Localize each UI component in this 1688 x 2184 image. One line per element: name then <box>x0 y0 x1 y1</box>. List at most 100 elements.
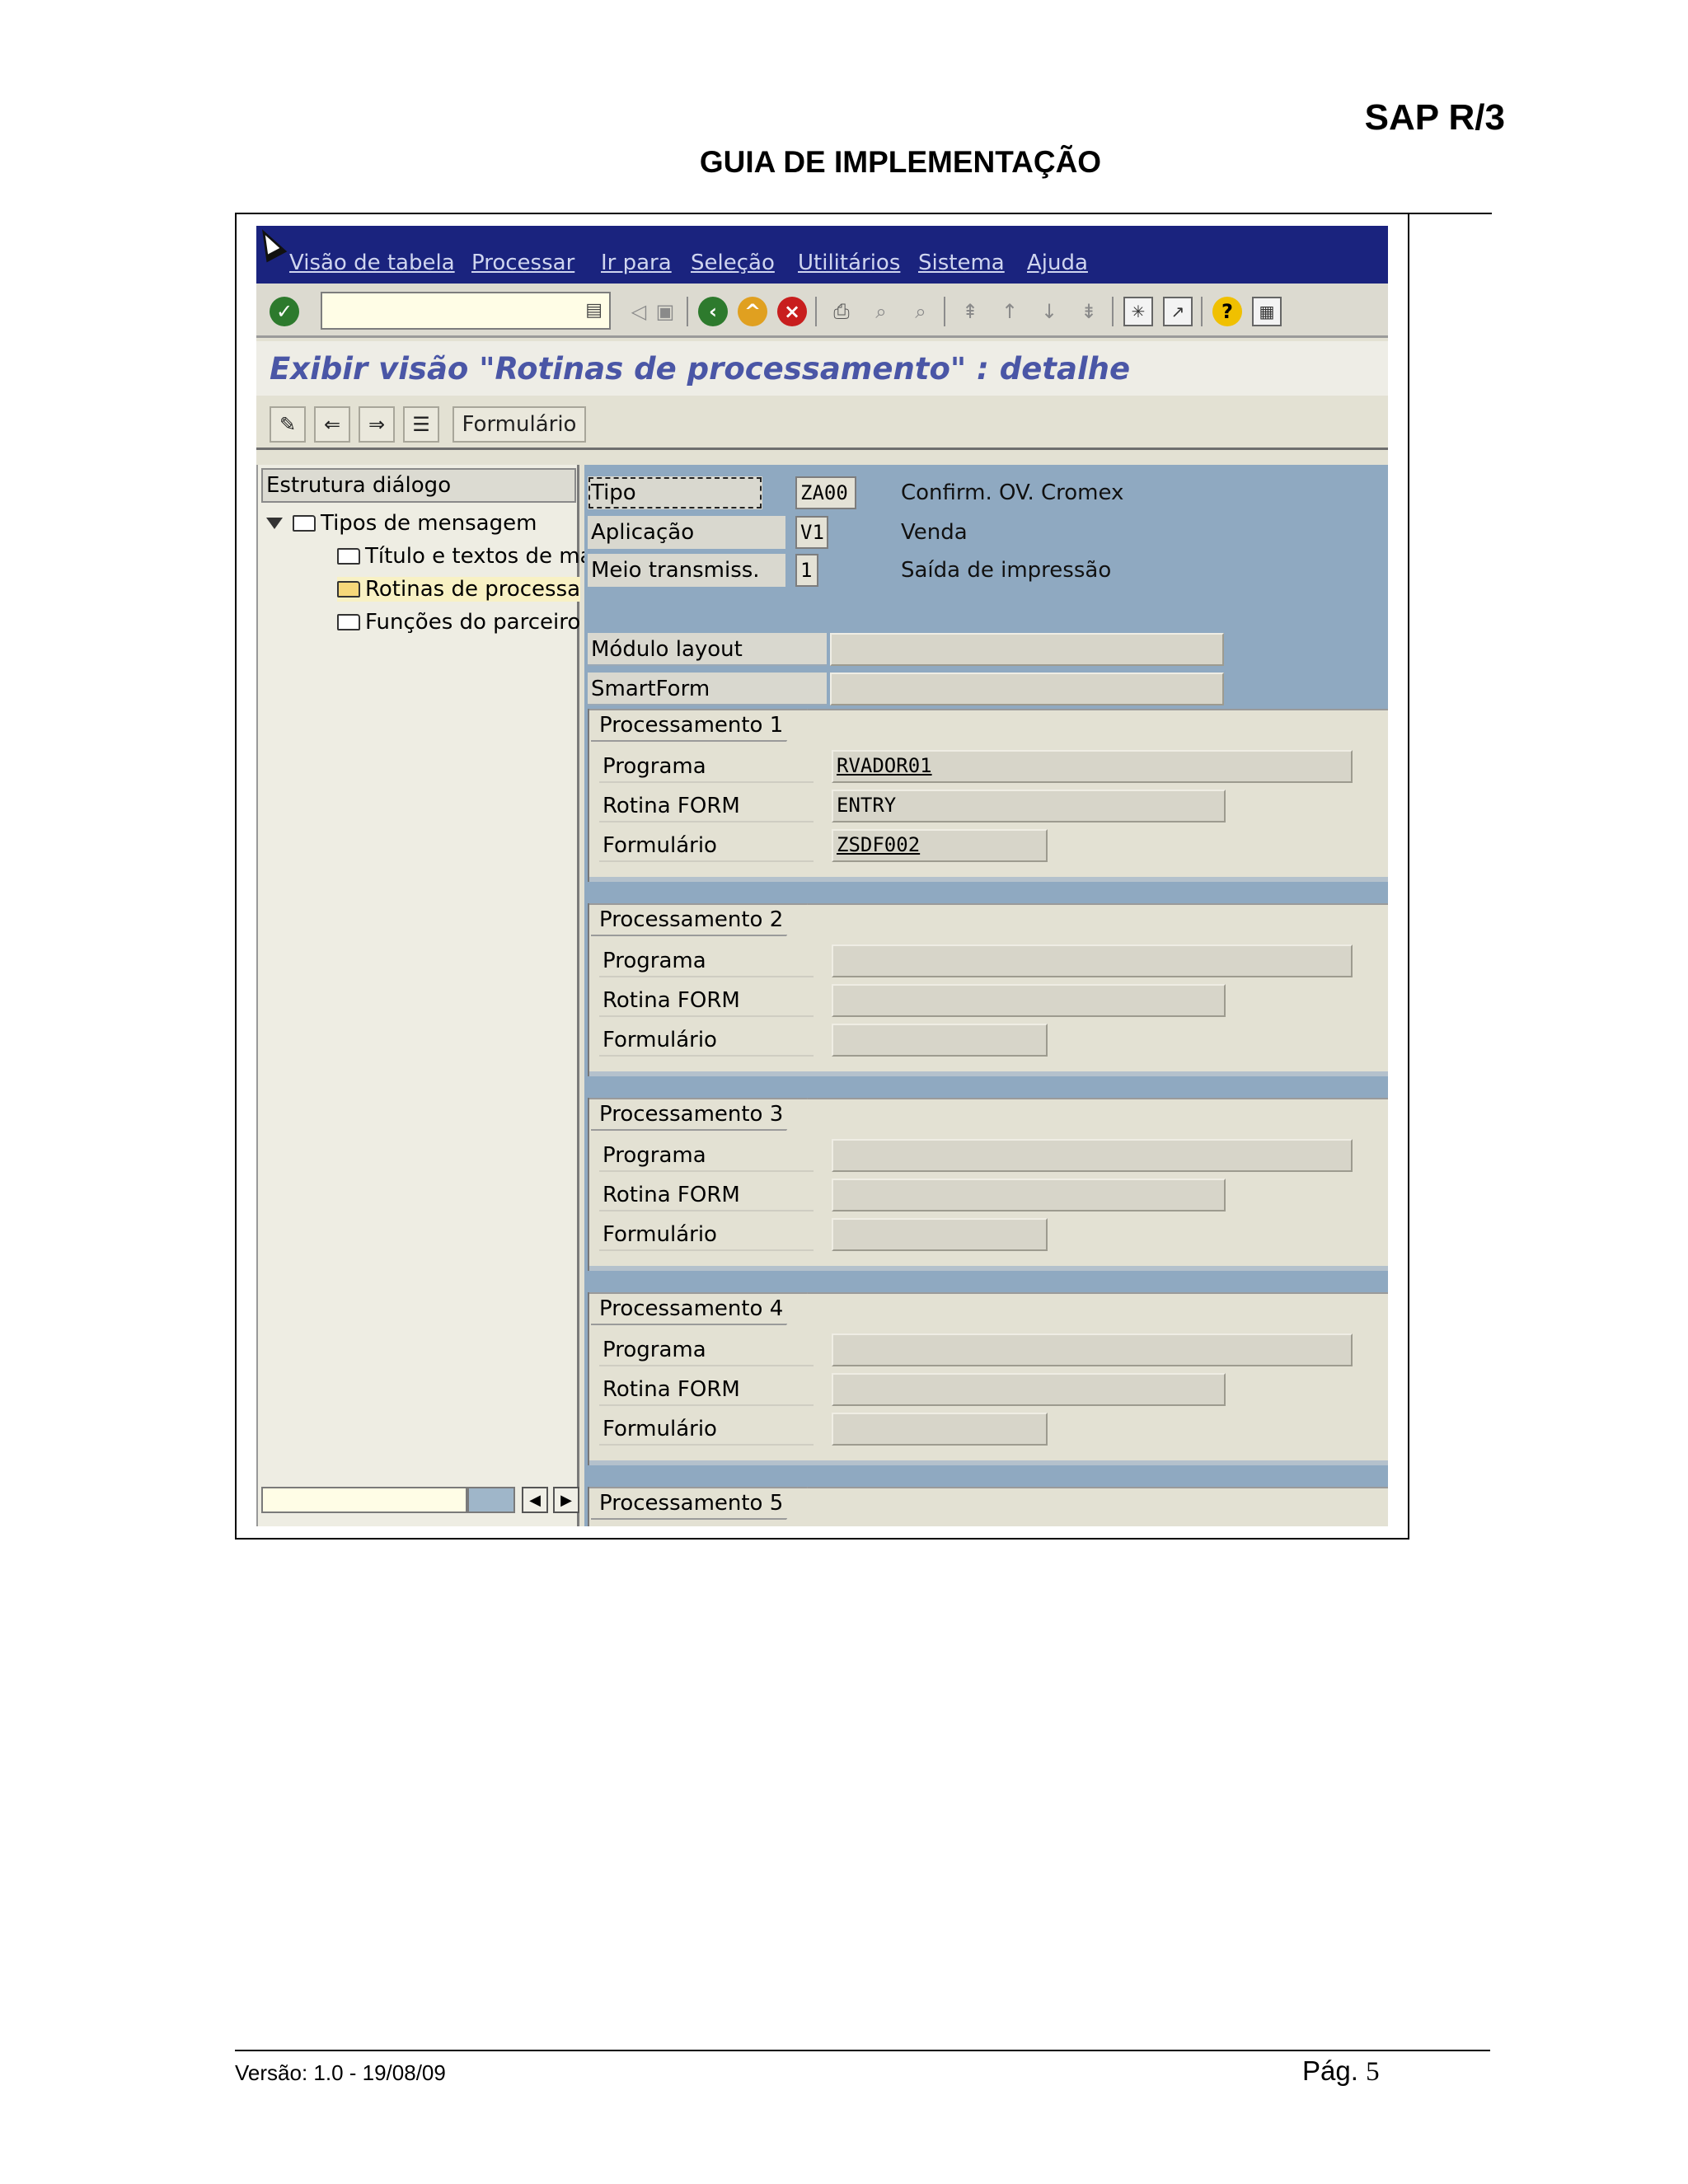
programa-label: Programa <box>599 944 814 977</box>
footer-page-label: Pág. <box>1302 2055 1358 2086</box>
menu-ajuda[interactable]: Ajuda <box>1027 251 1088 275</box>
footer-page-number: 5 <box>1366 2057 1380 2087</box>
aplicacao-field[interactable]: V1 <box>795 516 828 549</box>
rotina-form-label: Rotina FORM <box>599 1373 814 1406</box>
collapse-arrow-icon[interactable]: ◁ <box>624 297 654 326</box>
footer-rule <box>235 2050 1490 2051</box>
save-icon[interactable]: ▣ <box>650 297 680 326</box>
document-title: GUIA DE IMPLEMENTAÇÃO <box>699 145 1102 179</box>
create-session-icon[interactable]: ✳ <box>1123 297 1153 326</box>
folder-icon <box>337 614 360 630</box>
command-history-icon[interactable]: ▤ <box>585 300 603 321</box>
create-shortcut-icon[interactable]: ↗ <box>1163 297 1193 326</box>
menu-bar: Visão de tabela Processar Ir para Seleçã… <box>256 226 1388 284</box>
rotina-form-label: Rotina FORM <box>599 790 814 823</box>
exit-icon[interactable]: ^ <box>738 297 767 326</box>
last-page-icon[interactable]: ⇟ <box>1074 297 1104 326</box>
folder-icon <box>293 515 316 532</box>
menu-ir-para[interactable]: Ir para <box>601 251 672 275</box>
processamento-group-2: Processamento 2 Programa Rotina FORM For… <box>588 903 1388 1076</box>
find-next-icon[interactable]: ⌕ <box>906 297 935 326</box>
menu-sistema[interactable]: Sistema <box>918 251 1005 275</box>
toolbar-separator <box>1201 297 1203 326</box>
rotina-form-field[interactable] <box>832 1179 1226 1212</box>
document-product: SAP R/3 <box>1364 97 1505 138</box>
menu-visao-de-tabela[interactable]: Visão de tabela <box>289 251 455 275</box>
footer-page: Pág. 5 <box>1302 2055 1380 2088</box>
toolbar-separator <box>944 297 945 326</box>
processamento-group-1: Processamento 1 Programa RVADOR01 Rotina… <box>588 709 1388 882</box>
header-rule <box>1409 213 1492 214</box>
programa-field[interactable] <box>832 944 1353 977</box>
cancel-icon[interactable]: × <box>777 297 807 326</box>
scroll-right-icon[interactable]: ▶ <box>553 1487 579 1513</box>
programa-label: Programa <box>599 1333 814 1366</box>
programa-label: Programa <box>599 750 814 783</box>
programa-field[interactable] <box>832 1333 1353 1366</box>
tree-node-titulo-e-textos[interactable]: Título e textos de ma <box>337 544 593 569</box>
enter-check-icon[interactable]: ✓ <box>270 297 299 326</box>
meio-transmiss-text: Saída de impressão <box>901 558 1112 583</box>
expand-triangle-icon[interactable] <box>266 518 283 529</box>
back-icon[interactable]: ‹ <box>698 297 728 326</box>
formulario-button[interactable]: Formulário <box>452 406 586 443</box>
modulo-layout-field[interactable] <box>830 633 1224 666</box>
scroll-thumb[interactable] <box>467 1487 515 1513</box>
first-page-icon[interactable]: ⇞ <box>955 297 985 326</box>
group-title: Processamento 2 <box>591 903 809 936</box>
group-bottom-border <box>589 1460 1388 1465</box>
display-change-icon[interactable]: ✎ <box>270 406 306 443</box>
formulario-label: Formulário <box>599 829 814 862</box>
group-title: Processamento 4 <box>591 1292 809 1325</box>
formulario-label: Formulário <box>599 1413 814 1446</box>
toolbar-separator <box>815 297 817 326</box>
tree-horizontal-scrollbar[interactable]: ◀ ▶ <box>261 1487 579 1515</box>
menu-selecao[interactable]: Seleção <box>691 251 775 275</box>
scroll-track[interactable] <box>261 1487 467 1513</box>
formulario-field[interactable] <box>832 1024 1048 1057</box>
sap-window: Visão de tabela Processar Ir para Seleçã… <box>256 226 1388 1526</box>
meio-transmiss-label: Meio transmiss. <box>588 554 785 587</box>
rotina-form-field[interactable] <box>832 984 1226 1017</box>
programa-label: Programa <box>599 1139 814 1172</box>
print-icon[interactable]: ⎙ <box>827 297 856 326</box>
previous-entry-icon[interactable]: ⇐ <box>314 406 350 443</box>
group-bottom-border <box>589 1266 1388 1271</box>
layout-menu-icon[interactable]: ▦ <box>1252 297 1282 326</box>
tree-node-funcoes-do-parceiro[interactable]: Funções do parceiro <box>337 610 580 635</box>
previous-page-icon[interactable]: ↑ <box>995 297 1025 326</box>
variable-list-icon[interactable]: ☰ <box>403 406 439 443</box>
programa-field[interactable]: RVADOR01 <box>832 750 1353 783</box>
command-field[interactable]: ▤ <box>321 292 611 330</box>
group-bottom-border <box>589 1071 1388 1076</box>
formulario-field[interactable] <box>832 1218 1048 1251</box>
tipo-mensagem-field[interactable]: ZA00 <box>795 476 856 509</box>
help-icon[interactable]: ? <box>1212 297 1242 326</box>
folder-icon <box>337 548 360 565</box>
menu-processar[interactable]: Processar <box>471 251 574 275</box>
title-bar: Exibir visão "Rotinas de processamento" … <box>256 341 1388 396</box>
group-title: Processamento 5 <box>591 1487 809 1520</box>
programa-field[interactable] <box>832 1139 1353 1172</box>
menu-utilitarios[interactable]: Utilitários <box>798 251 900 275</box>
next-page-icon[interactable]: ↓ <box>1034 297 1064 326</box>
formulario-field[interactable]: ZSDF002 <box>832 829 1048 862</box>
tree-node-tipos-de-mensagem[interactable]: Tipos de mensagem <box>266 511 537 536</box>
rotina-form-field[interactable] <box>832 1373 1226 1406</box>
detail-area: Tipo mensagem ZA00 Confirm. OV. Cromex A… <box>584 465 1388 1526</box>
next-entry-icon[interactable]: ⇒ <box>359 406 395 443</box>
processamento-group-4: Processamento 4 Programa Rotina FORM For… <box>588 1292 1388 1465</box>
rotina-form-field[interactable]: ENTRY <box>832 790 1226 823</box>
smartform-field[interactable] <box>830 673 1224 705</box>
processamento-group-3: Processamento 3 Programa Rotina FORM For… <box>588 1098 1388 1271</box>
tree-header: Estrutura diálogo <box>261 468 576 503</box>
toolbar-separator <box>687 297 688 326</box>
open-folder-icon <box>337 581 360 598</box>
scroll-left-icon[interactable]: ◀ <box>522 1487 548 1513</box>
find-icon[interactable]: ⌕ <box>866 297 896 326</box>
tree-node-rotinas-de-processamento[interactable]: Rotinas de processa <box>337 577 581 602</box>
meio-transmiss-field[interactable]: 1 <box>795 554 818 587</box>
group-title: Processamento 1 <box>591 709 809 742</box>
formulario-field[interactable] <box>832 1413 1048 1446</box>
modulo-layout-label: Módulo layout <box>588 633 827 666</box>
